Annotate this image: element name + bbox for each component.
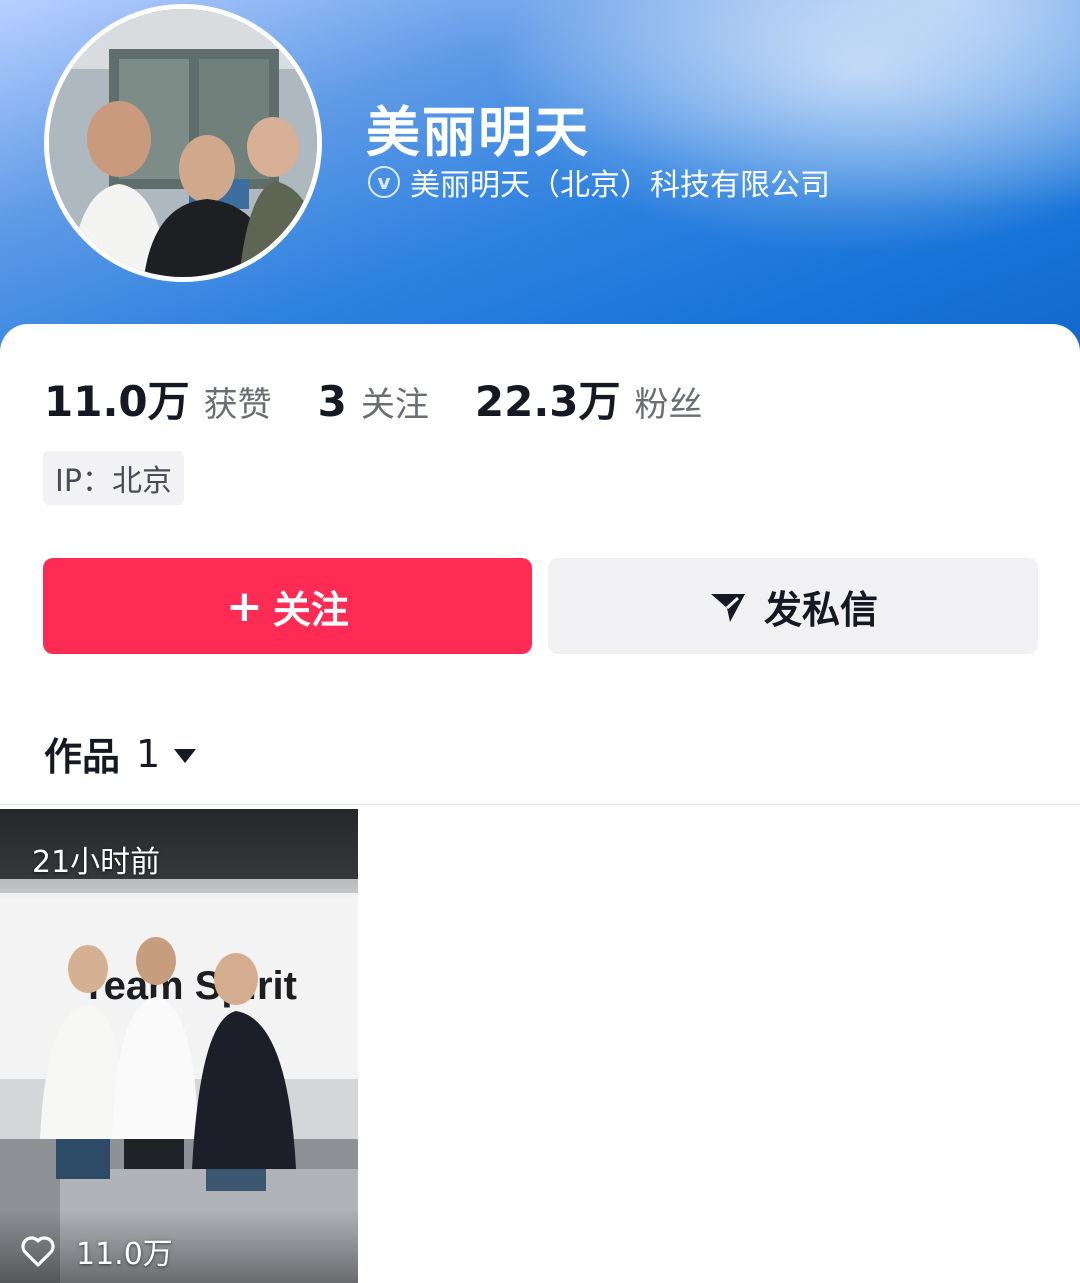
stat-following[interactable]: 3 关注 [318, 377, 429, 426]
stats-row: 11.0万 获赞 3 关注 22.3万 粉丝 [44, 368, 749, 429]
heart-icon [21, 1236, 55, 1267]
followers-count: 22.3万 [474, 377, 621, 426]
profile-card: 11.0万 获赞 3 关注 22.3万 粉丝 IP：北京 + 关注 发私信 作品… [0, 324, 1080, 1283]
plus-icon: + [226, 580, 263, 632]
following-label: 关注 [360, 385, 429, 425]
stat-likes[interactable]: 11.0万 获赞 [44, 368, 272, 429]
likes-label: 获赞 [203, 385, 272, 425]
likes-count: 11.0万 [44, 377, 190, 426]
tab-works[interactable]: 作品 1 [44, 726, 197, 781]
send-icon [710, 594, 745, 622]
works-count: 1 [136, 731, 161, 776]
video-likes: 11.0万 [20, 1229, 173, 1273]
video-thumbnail[interactable]: ream Spirit 21小时前 11.0万 [0, 809, 358, 1283]
video-time: 21小时前 [32, 845, 161, 880]
following-count: 3 [317, 377, 347, 426]
ip-location-tag: IP：北京 [43, 451, 184, 505]
message-label: 发私信 [763, 587, 878, 632]
follow-label: 关注 [272, 587, 349, 632]
verified-badge-icon: v [368, 166, 400, 198]
followers-label: 粉丝 [634, 385, 703, 425]
stat-followers[interactable]: 22.3万 粉丝 [475, 368, 703, 429]
verification-row: v 美丽明天（北京）科技有限公司 [368, 160, 830, 204]
svg-text:ream Spirit: ream Spirit [88, 964, 297, 1008]
caret-down-icon [174, 748, 197, 763]
avatar-photo [49, 9, 317, 277]
divider [0, 804, 1080, 805]
works-label: 作品 [44, 735, 121, 779]
verified-org: 美丽明天（北京）科技有限公司 [410, 168, 830, 203]
message-button[interactable]: 发私信 [548, 558, 1038, 654]
follow-button[interactable]: + 关注 [43, 558, 532, 654]
video-like-count: 11.0万 [76, 1237, 173, 1272]
profile-header: 美丽明天 v 美丽明天（北京）科技有限公司 [0, 0, 1080, 360]
avatar[interactable] [44, 4, 322, 282]
profile-name: 美丽明天 [366, 101, 590, 164]
